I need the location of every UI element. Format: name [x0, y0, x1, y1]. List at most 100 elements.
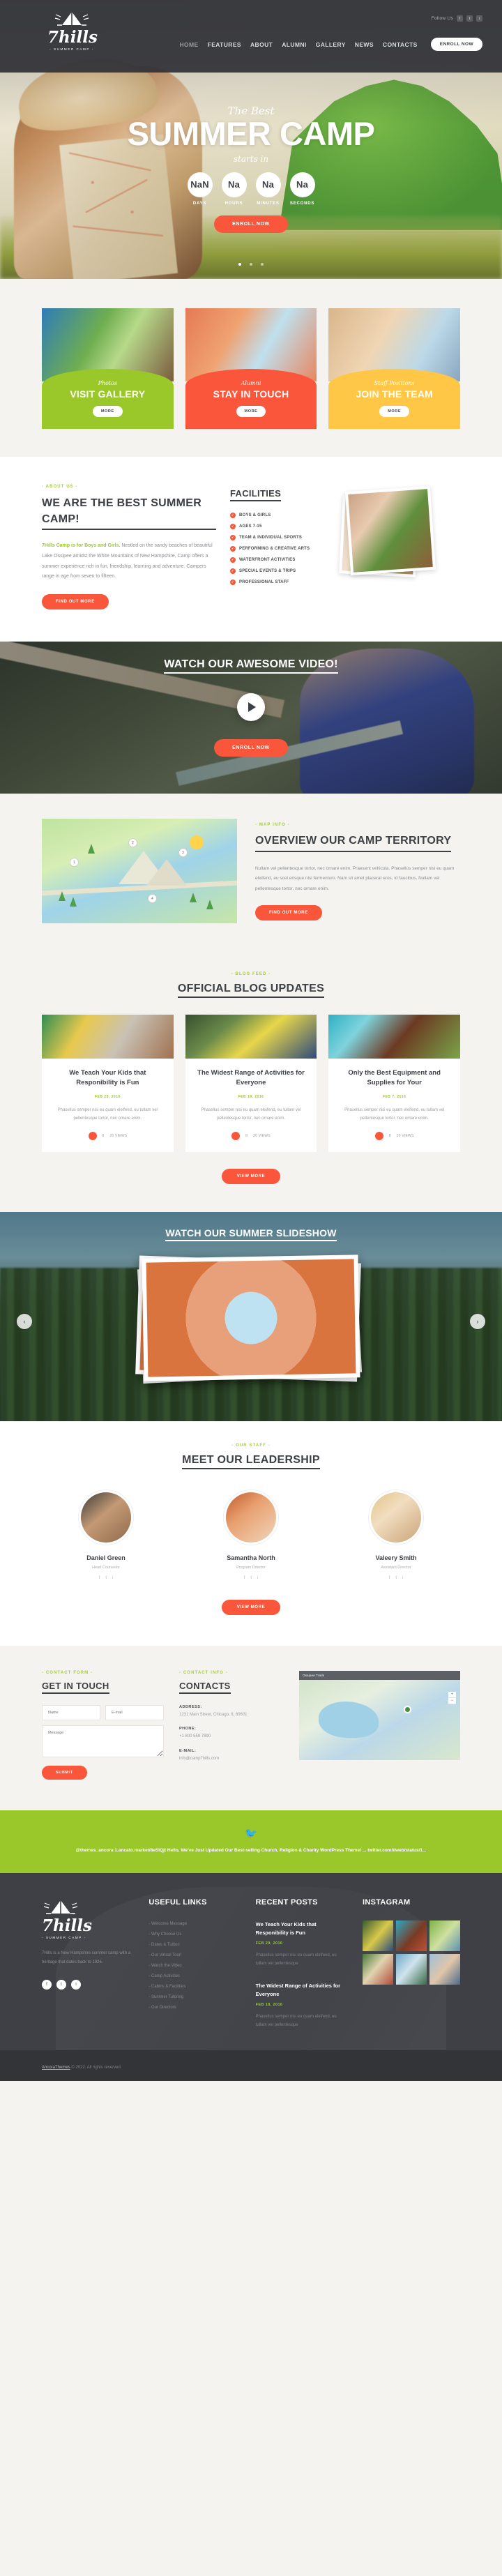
countdown-seconds-value: Na — [289, 172, 315, 197]
twitter-icon[interactable]: t — [466, 15, 473, 22]
hero-enroll-button[interactable]: ENROLL NOW — [214, 215, 288, 233]
nav-item-gallery[interactable]: GALLERY — [316, 41, 346, 48]
footer-recent-post[interactable]: The Widest Range of Activities for Every… — [256, 1982, 347, 2029]
footer-link[interactable]: - Welcome Message — [149, 1922, 240, 1926]
map-marker-icon[interactable] — [404, 1705, 411, 1713]
countdown-hours-label: HOURS — [225, 201, 243, 206]
slider-dot-3[interactable] — [261, 263, 264, 266]
footer-link[interactable]: - Camp Activities — [149, 1974, 240, 1978]
about-label: - ABOUT US - — [42, 485, 78, 489]
team-member[interactable]: Daniel Green Head Counselor f t i — [42, 1490, 170, 1580]
instagram-icon[interactable]: i — [402, 1576, 403, 1580]
facebook-icon[interactable]: f — [244, 1576, 245, 1580]
team-list: Daniel Green Head Counselor f t i Samant… — [42, 1490, 460, 1580]
promo-card-staff[interactable]: Staff Positions JOIN THE TEAM MORE — [328, 308, 461, 429]
video-enroll-button[interactable]: ENROLL NOW — [214, 739, 288, 757]
instagram-icon[interactable]: i — [112, 1576, 113, 1580]
footer-link[interactable]: - Dates & Tuition — [149, 1943, 240, 1947]
facebook-icon[interactable]: f — [42, 1979, 52, 1990]
instagram-thumb[interactable] — [362, 1920, 393, 1952]
map-zoom-in-button[interactable]: + — [448, 1692, 456, 1698]
instagram-icon[interactable]: i — [71, 1979, 81, 1990]
nav-item-alumni[interactable]: ALUMNI — [282, 41, 306, 48]
map-zoom-control[interactable]: + − — [448, 1691, 456, 1704]
territory-body: Nullam vel pellentesque tortor, nec orna… — [255, 866, 455, 891]
contact-map[interactable]: Ossipee Trails + − — [299, 1670, 460, 1760]
about-find-out-more-button[interactable]: FIND OUT MORE — [42, 594, 109, 610]
twitter-icon[interactable]: t — [395, 1576, 397, 1580]
promo-card-more-button[interactable]: MORE — [379, 406, 410, 417]
slider-dot-1[interactable] — [238, 263, 241, 266]
nav-item-home[interactable]: HOME — [180, 41, 199, 48]
instagram-thumb[interactable] — [395, 1920, 427, 1952]
leadership-view-more-button[interactable]: VIEW MORE — [221, 1599, 281, 1615]
team-member[interactable]: Samantha North Program Director f t i — [187, 1490, 315, 1580]
footer-link[interactable]: - Cabins & Facilities — [149, 1985, 240, 1989]
blog-card[interactable]: Only the Best Equipment and Supplies for… — [328, 1015, 461, 1152]
about-section: - ABOUT US - WE ARE THE BEST SUMMER CAMP… — [0, 457, 502, 642]
check-icon: ✓ — [230, 568, 236, 574]
instagram-thumb[interactable] — [429, 1954, 460, 1985]
footer-links-list: - Welcome Message - Why Choose Us - Date… — [149, 1922, 240, 2010]
email-field[interactable] — [105, 1704, 164, 1720]
blog-card[interactable]: The Widest Range of Activities for Every… — [185, 1015, 317, 1152]
slideshow-next-button[interactable]: › — [470, 1313, 485, 1329]
footer-link[interactable]: - Our Directors — [149, 2006, 240, 2010]
site-footer: 7hills - SUMMER CAMP - 7Hills is a New H… — [0, 1873, 502, 2051]
facilities-list: ✓ BOYS & GIRLS ✓ AGES 7-15 ✓ TEAM & INDIVID… — [230, 513, 324, 585]
blog-card-likes: 8 — [102, 1133, 105, 1138]
promo-card-gallery[interactable]: Photos VISIT GALLERY MORE — [42, 308, 174, 429]
submit-button[interactable]: SUBMIT — [42, 1765, 87, 1780]
site-logo[interactable]: 7hills - SUMMER CAMP - — [47, 10, 98, 51]
copyright-brand-link[interactable]: AncoraThemes — [42, 2066, 70, 2070]
team-member-name: Valeery Smith — [375, 1554, 417, 1561]
play-icon[interactable] — [237, 693, 265, 722]
blog-card[interactable]: We Teach Your Kids that Responibility is… — [42, 1015, 174, 1152]
footer-link[interactable]: - Why Choose Us — [149, 1932, 240, 1937]
twitter-icon[interactable]: t — [250, 1576, 252, 1580]
facebook-icon[interactable]: f — [389, 1576, 390, 1580]
slideshow-prev-button[interactable]: ‹ — [17, 1313, 32, 1329]
twitter-icon[interactable]: t — [56, 1979, 66, 1990]
video-content: WATCH OUR AWESOME VIDEO! ENROLL NOW — [0, 642, 502, 757]
check-icon: ✓ — [230, 546, 236, 552]
footer-link[interactable]: - Summer Tutoring — [149, 1995, 240, 1999]
map-zoom-out-button[interactable]: − — [448, 1698, 456, 1704]
blog-view-more-button[interactable]: VIEW MORE — [221, 1168, 281, 1184]
tent-icon — [54, 12, 89, 26]
slider-dot-2[interactable] — [250, 263, 252, 266]
promo-card-alumni[interactable]: Alumni STAY IN TOUCH MORE — [185, 308, 317, 429]
facility-label: PERFORMING & CREATIVE ARTS — [239, 547, 310, 551]
nav-item-contacts[interactable]: CONTACTS — [383, 41, 418, 48]
check-icon: ✓ — [230, 513, 236, 518]
footer-link[interactable]: - Watch the Video — [149, 1964, 240, 1968]
team-member[interactable]: Valeery Smith Assistant Director f t i — [332, 1490, 460, 1580]
slideshow-photo-stack — [135, 1255, 366, 1384]
facebook-icon[interactable]: f — [99, 1576, 100, 1580]
promo-card-more-button[interactable]: MORE — [92, 406, 123, 417]
countdown-days-value: NaN — [187, 172, 213, 197]
message-field[interactable] — [42, 1725, 164, 1757]
blog-card-image — [185, 1015, 317, 1059]
nav-item-about[interactable]: ABOUT — [250, 41, 273, 48]
twitter-icon[interactable]: t — [105, 1576, 107, 1580]
instagram-thumb[interactable] — [395, 1954, 427, 1985]
facebook-icon[interactable]: f — [457, 15, 463, 22]
territory-find-out-more-button[interactable]: FIND OUT MORE — [255, 905, 322, 921]
territory-map[interactable]: 1 2 3 4 — [42, 819, 237, 924]
name-field[interactable] — [42, 1704, 100, 1720]
promo-card-more-button[interactable]: MORE — [236, 406, 266, 417]
instagram-icon[interactable]: i — [476, 15, 482, 22]
blog-card-title: We Teach Your Kids that Responibility is… — [69, 1069, 146, 1087]
instagram-thumb[interactable] — [429, 1920, 460, 1952]
instagram-thumb[interactable] — [362, 1954, 393, 1985]
instagram-icon[interactable]: i — [257, 1576, 258, 1580]
header-enroll-button[interactable]: ENROLL NOW — [430, 38, 482, 51]
team-member-name: Daniel Green — [86, 1554, 126, 1561]
nav-item-news[interactable]: NEWS — [355, 41, 374, 48]
blog-title: OFFICIAL BLOG UPDATES — [177, 983, 325, 999]
nav-item-features[interactable]: FEATURES — [208, 41, 241, 48]
footer-link[interactable]: - Our Virtual Tour! — [149, 1953, 240, 1957]
footer-logo[interactable]: 7hills - SUMMER CAMP - — [42, 1898, 133, 1939]
footer-recent-post[interactable]: We Teach Your Kids that Responibility is… — [256, 1920, 347, 1968]
